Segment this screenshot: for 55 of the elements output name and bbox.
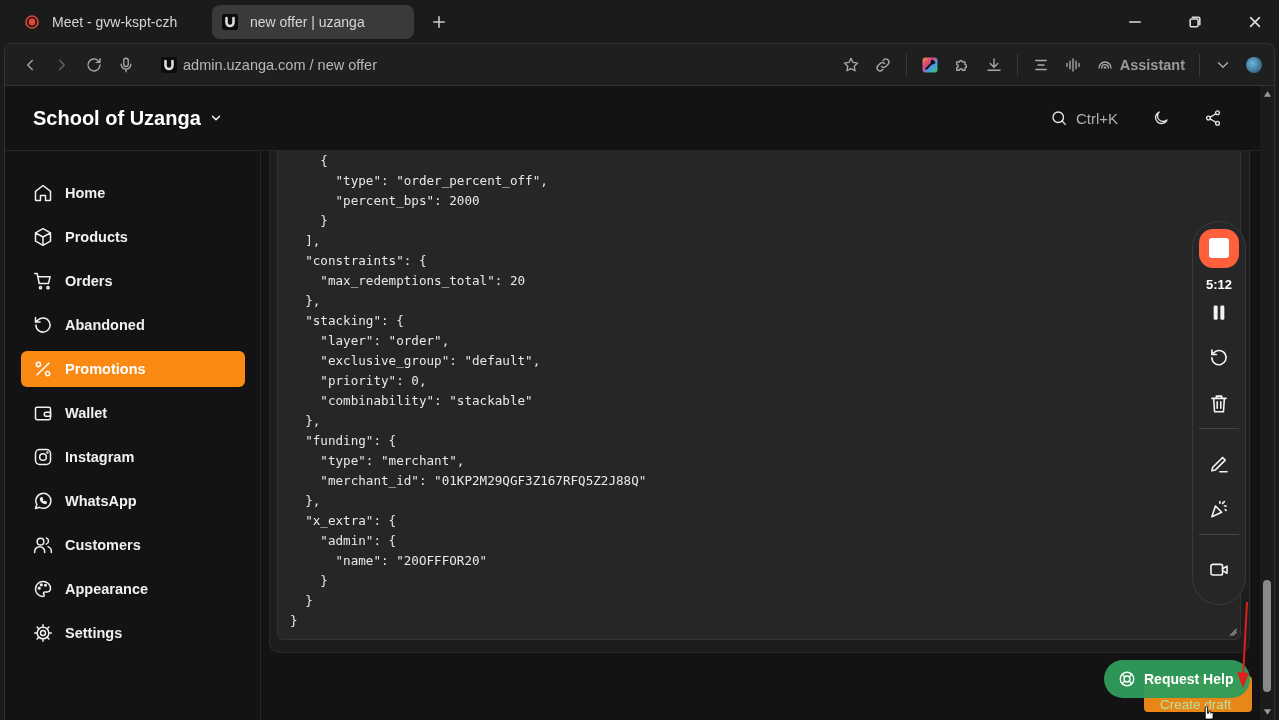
logo-icon — [222, 13, 238, 30]
wallet-icon — [33, 403, 53, 423]
home-icon — [33, 183, 53, 203]
resize-handle-icon — [1229, 628, 1237, 636]
scrollbar-thumb[interactable] — [1263, 580, 1271, 692]
confetti-icon[interactable] — [1208, 498, 1230, 520]
nav-item[interactable]: Appearance — [21, 571, 245, 607]
restore-icon[interactable] — [1188, 14, 1202, 29]
search-icon — [1049, 109, 1068, 127]
request-help-button[interactable]: Request Help — [1104, 660, 1250, 698]
share-icon[interactable] — [1204, 109, 1222, 127]
recording-timer: 5:12 — [1206, 276, 1232, 292]
trash-icon[interactable] — [1208, 392, 1230, 414]
cart-icon — [33, 271, 53, 291]
nav-item[interactable]: Orders — [21, 263, 245, 299]
color-picker-icon[interactable] — [920, 55, 939, 74]
nav-item[interactable]: Customers — [21, 527, 245, 563]
reload-icon[interactable] — [85, 55, 103, 74]
address-bar[interactable]: admin.uzanga.com / new offer — [161, 56, 828, 73]
box-icon — [33, 227, 53, 247]
store-switcher[interactable]: School of Uzanga — [33, 106, 223, 130]
record-icon — [24, 13, 40, 30]
scrollbar[interactable] — [1260, 86, 1274, 720]
browser-tab[interactable]: new offer | uzanga — [212, 4, 414, 39]
scroll-down-icon[interactable] — [1262, 708, 1272, 716]
nav-item[interactable]: Products — [21, 219, 245, 255]
search-button[interactable]: Ctrl+K — [1049, 109, 1118, 127]
nav-item[interactable]: Instagram — [21, 439, 245, 475]
circular-arrow-icon — [33, 315, 53, 335]
moon-icon[interactable] — [1152, 109, 1170, 127]
camera-icon — [33, 447, 53, 467]
link-icon[interactable] — [873, 55, 892, 74]
nav-item[interactable]: Wallet — [21, 395, 245, 431]
nav-item[interactable]: Home — [21, 175, 245, 211]
palette-icon — [33, 579, 53, 599]
browser-tab[interactable]: Meet - gvw-kspt-czh — [14, 4, 204, 39]
assistant-button[interactable]: Assistant — [1095, 55, 1185, 74]
stop-recording-button[interactable] — [1199, 229, 1239, 268]
settings-icon — [33, 623, 53, 643]
close-icon[interactable] — [1248, 14, 1262, 29]
logo-icon — [161, 56, 177, 73]
scroll-up-icon[interactable] — [1262, 90, 1272, 98]
download-icon[interactable] — [984, 55, 1003, 74]
new-tab-icon[interactable] — [432, 14, 446, 29]
nav-item[interactable]: WhatsApp — [21, 483, 245, 519]
people-icon — [33, 535, 53, 555]
waveform-icon[interactable] — [1063, 55, 1082, 74]
profile-avatar[interactable] — [1246, 56, 1262, 73]
restart-icon[interactable] — [1208, 347, 1230, 369]
chat-bubble-icon — [33, 491, 53, 511]
nav-item[interactable]: Settings — [21, 615, 245, 651]
lifebuoy-icon — [1118, 670, 1136, 688]
percent-icon — [33, 359, 53, 379]
star-icon[interactable] — [841, 55, 860, 74]
nav-item[interactable]: Abandoned — [21, 307, 245, 343]
